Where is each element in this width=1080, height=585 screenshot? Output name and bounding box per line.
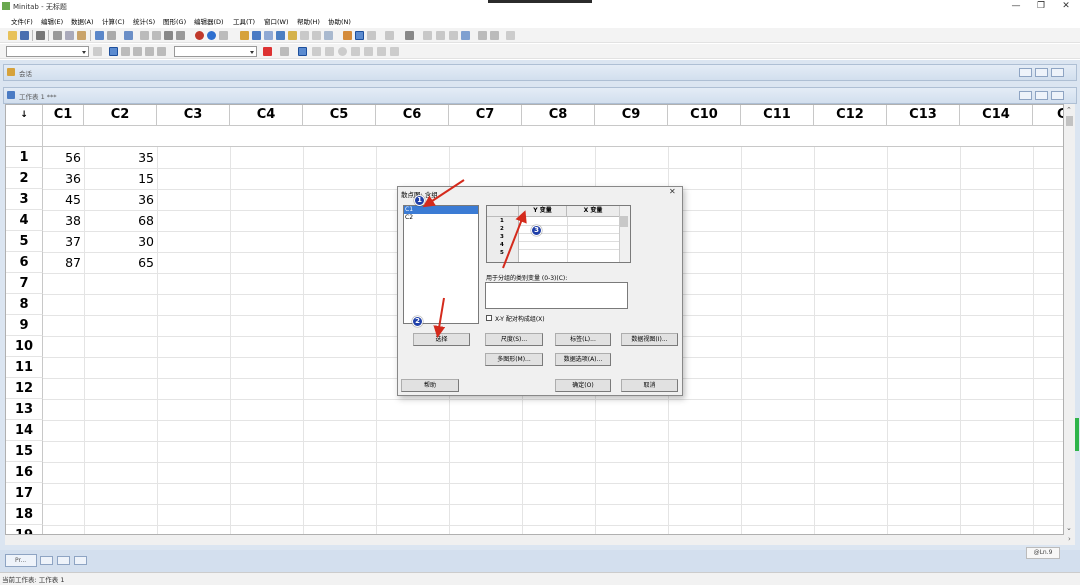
minimized-project-window[interactable]: Pr... — [5, 554, 37, 567]
annotation-arrows — [422, 179, 527, 338]
minimized-restore-button[interactable] — [40, 556, 53, 565]
arrow-to-variable-list — [422, 179, 465, 208]
tooltip: @Ln.9 — [1026, 547, 1060, 559]
arrow-to-select-button — [433, 297, 446, 338]
step-badge-3: 3 — [531, 225, 542, 236]
status-text: 当前工作表: 工作表 1 — [2, 576, 65, 584]
step-badge-2: 2 — [412, 316, 423, 327]
status-bar — [0, 572, 1080, 585]
arrow-to-y-variable — [502, 210, 527, 269]
minimized-close-button[interactable] — [74, 556, 87, 565]
step-badge-1: 1 — [414, 195, 425, 206]
minimized-windows-bar — [0, 550, 1080, 572]
minimized-maximize-button[interactable] — [57, 556, 70, 565]
